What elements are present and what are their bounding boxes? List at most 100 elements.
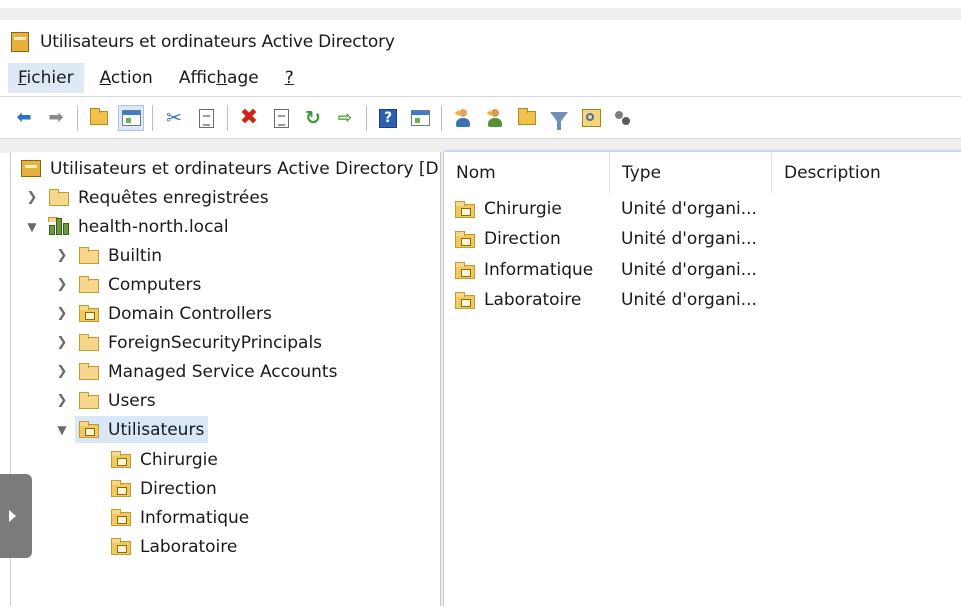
tree-item-saved-queries[interactable]: Requêtes enregistrées (49, 184, 269, 211)
tree-item-label: Builtin (108, 245, 163, 266)
list-cell-type: Unité d'organi... (621, 260, 757, 280)
tree-item-domain[interactable]: health-north.local (48, 213, 229, 240)
console-tree: Utilisateurs et ordinateurs Active Direc… (10, 152, 441, 606)
organizational-unit-icon (455, 200, 475, 218)
list-cell-name: Informatique (455, 255, 593, 285)
find-icon[interactable] (579, 106, 603, 130)
tree-item-builtin[interactable]: Builtin (79, 242, 162, 269)
organizational-unit-icon (111, 451, 131, 468)
back-arrow-icon[interactable]: ⬅ (12, 106, 36, 130)
toolbar: ⬅ ➡ ✂ ✖ ↻ ⇨ ? ✦ ✦ (0, 98, 961, 138)
list-item[interactable]: Direction Unité d'organi... (444, 224, 961, 254)
tree-item-direction[interactable]: Direction (111, 475, 217, 502)
chevron-right-icon[interactable]: ❯ (55, 300, 69, 327)
organizational-unit-icon (79, 421, 99, 438)
new-ou-icon[interactable] (515, 106, 539, 130)
list-item[interactable]: Chirurgie Unité d'organi... (444, 194, 961, 224)
toolbar-separator (366, 105, 367, 131)
chevron-right-icon[interactable]: ❯ (25, 184, 39, 211)
side-expand-tab[interactable] (0, 474, 32, 558)
title-bar: Utilisateurs et ordinateurs Active Direc… (0, 24, 961, 60)
tree-item-label: health-north.local (78, 216, 229, 237)
tree-item-computers[interactable]: Computers (79, 271, 201, 298)
organizational-unit-icon (111, 538, 131, 555)
menu-affichage[interactable]: Affichage (169, 63, 269, 93)
chevron-down-icon[interactable]: ▼ (25, 213, 39, 240)
tree-item-label: Users (108, 390, 156, 411)
tree-item-utilisateurs[interactable]: Utilisateurs (75, 416, 209, 443)
tree-item-label: ForeignSecurityPrincipals (108, 332, 323, 353)
tree-item-label: Chirurgie (140, 449, 218, 470)
new-group-icon[interactable]: ✦ (483, 106, 507, 130)
show-console-tree-icon[interactable] (118, 105, 144, 131)
menu-separator (0, 96, 961, 97)
toolbar-separator (441, 105, 442, 131)
filter-icon[interactable] (547, 106, 571, 130)
menu-help[interactable]: ? (275, 63, 304, 93)
chevron-right-icon[interactable]: ❯ (55, 329, 69, 356)
tree-root-label: Utilisateurs et ordinateurs Active Direc… (50, 158, 441, 179)
list-item-name: Informatique (484, 260, 594, 280)
tree-item-informatique[interactable]: Informatique (111, 504, 249, 531)
list-item-name: Laboratoire (484, 290, 582, 310)
list-cell-type: Unité d'organi... (621, 199, 757, 219)
folder-icon (79, 247, 99, 264)
tree-item-laboratoire[interactable]: Laboratoire (111, 533, 237, 560)
folder-icon (49, 189, 69, 206)
organizational-unit-icon (455, 291, 475, 309)
tree-item-label: Requêtes enregistrées (78, 187, 269, 208)
tree-root[interactable]: Utilisateurs et ordinateurs Active Direc… (21, 155, 441, 182)
top-edge-strip (0, 0, 961, 22)
list-item[interactable]: Informatique Unité d'organi... (444, 255, 961, 285)
organizational-unit-icon (111, 509, 131, 526)
forward-arrow-icon[interactable]: ➡ (44, 106, 68, 130)
chevron-right-icon[interactable]: ❯ (55, 271, 69, 298)
tree-item-foreign-security-principals[interactable]: ForeignSecurityPrincipals (79, 329, 322, 356)
menu-label: Affichage (178, 68, 259, 88)
list-item-name: Direction (484, 229, 561, 249)
menu-bar: Fichier Action Affichage ? (0, 60, 961, 96)
export-list-icon[interactable]: ⇨ (333, 106, 357, 130)
list-cell-name: Laboratoire (455, 285, 581, 315)
tree-item-users[interactable]: Users (79, 387, 156, 414)
column-header-nom[interactable]: Nom (444, 152, 610, 193)
refresh-icon[interactable]: ↻ (301, 106, 325, 130)
menu-fichier[interactable]: Fichier (8, 63, 84, 93)
help-icon[interactable]: ? (376, 106, 400, 130)
domain-icon (48, 217, 69, 235)
cut-icon[interactable]: ✂ (162, 106, 186, 130)
pane-header-strip (0, 138, 961, 153)
show-action-pane-icon[interactable] (408, 106, 432, 130)
chevron-right-icon[interactable]: ❯ (55, 387, 69, 414)
list-cell-type: Unité d'organi... (621, 229, 757, 249)
list-cell-name: Direction (455, 224, 561, 254)
tree-item-domain-controllers[interactable]: Domain Controllers (79, 300, 272, 327)
chevron-right-icon[interactable]: ❯ (55, 242, 69, 269)
up-folder-icon[interactable] (87, 106, 111, 130)
active-directory-icon (21, 160, 41, 177)
properties-icon[interactable] (269, 106, 293, 130)
toolbar-separator (227, 105, 228, 131)
column-label: Type (622, 162, 662, 183)
new-user-icon[interactable]: ✦ (451, 106, 475, 130)
tree-item-chirurgie[interactable]: Chirurgie (111, 446, 218, 473)
list-item[interactable]: Laboratoire Unité d'organi... (444, 285, 961, 315)
menu-action[interactable]: Action (90, 63, 163, 93)
tree-item-label: Informatique (140, 507, 250, 528)
folder-icon (79, 334, 99, 351)
column-label: Description (784, 162, 881, 183)
column-header-description[interactable]: Description (772, 152, 961, 193)
column-header-type[interactable]: Type (610, 152, 772, 193)
delete-icon[interactable]: ✖ (237, 106, 261, 130)
tree-item-label: Utilisateurs (108, 419, 205, 440)
add-to-group-icon[interactable] (611, 106, 635, 130)
column-label: Nom (456, 162, 496, 183)
tree-item-label: Domain Controllers (108, 303, 272, 324)
chevron-right-icon[interactable]: ❯ (55, 358, 69, 385)
list-item-name: Chirurgie (484, 199, 562, 219)
chevron-down-icon[interactable]: ▼ (55, 416, 69, 443)
tree-item-managed-service-accounts[interactable]: Managed Service Accounts (79, 358, 337, 385)
copy-icon[interactable] (194, 106, 218, 130)
window-title: Utilisateurs et ordinateurs Active Direc… (40, 32, 395, 52)
menu-label: Action (99, 68, 153, 88)
